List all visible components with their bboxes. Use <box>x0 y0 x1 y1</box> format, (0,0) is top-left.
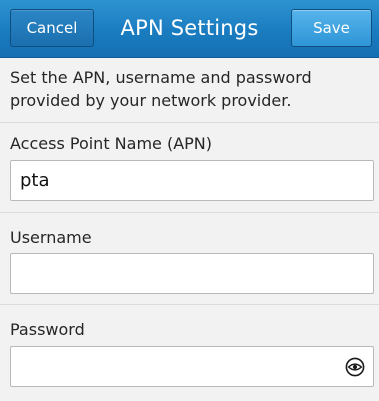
username-label: Username <box>10 228 92 247</box>
instructions-text: Set the APN, username and password provi… <box>10 68 312 110</box>
password-label: Password <box>10 320 85 339</box>
eye-icon[interactable] <box>345 357 365 377</box>
apn-input[interactable]: pta <box>10 160 374 201</box>
divider <box>0 304 379 305</box>
apn-input-value: pta <box>20 170 50 191</box>
title-bar: Cancel APN Settings Save <box>0 0 379 58</box>
save-button[interactable]: Save <box>291 9 372 47</box>
username-input[interactable] <box>10 253 374 294</box>
divider <box>0 212 379 213</box>
divider <box>0 122 379 123</box>
apn-label: Access Point Name (APN) <box>10 134 213 153</box>
password-input[interactable] <box>10 346 374 387</box>
